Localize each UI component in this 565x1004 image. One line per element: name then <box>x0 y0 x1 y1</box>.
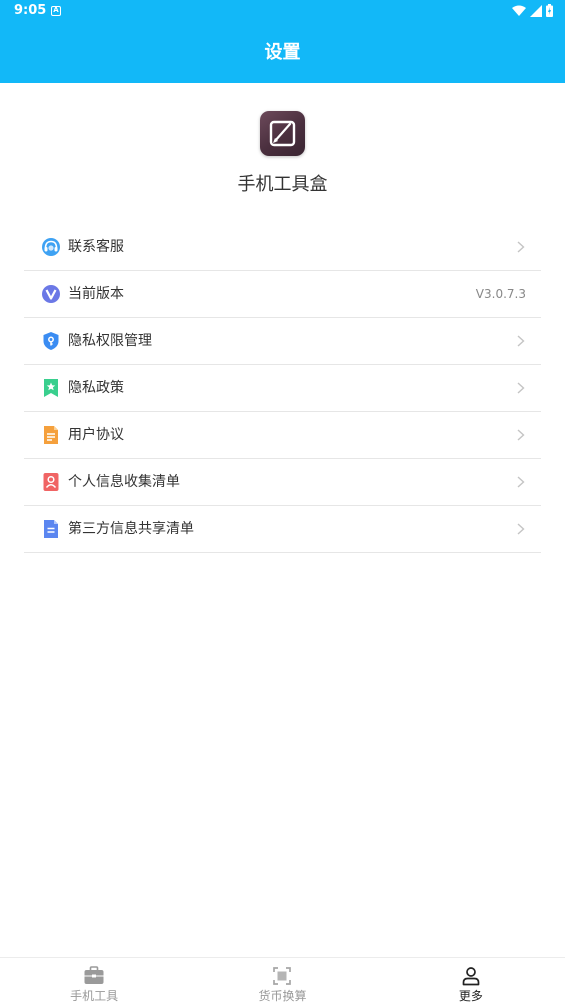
tab-more[interactable]: 更多 <box>377 958 565 1004</box>
person-icon <box>462 967 480 986</box>
page-title: 设置 <box>264 42 301 63</box>
user-card-icon <box>43 473 59 491</box>
status-time: 9:05 <box>14 3 47 18</box>
version-number: V3.0.7.3 <box>475 287 526 301</box>
app-name: 手机工具盒 <box>237 174 328 195</box>
app-bar: 设置 <box>0 24 565 83</box>
bookmark-star-icon <box>44 379 58 397</box>
menu-item-label: 隐私政策 <box>68 380 124 396</box>
tab-label: 手机工具 <box>70 989 119 1003</box>
shield-key-icon <box>43 332 59 350</box>
status-icons <box>512 4 553 17</box>
file-list-icon <box>44 520 58 538</box>
menu-item-current-version: 当前版本 V3.0.7.3 <box>24 271 541 318</box>
chevron-right-icon <box>517 523 525 535</box>
battery-icon <box>546 4 553 17</box>
tab-currency-conversion[interactable]: 货币换算 <box>188 958 376 1004</box>
chevron-right-icon <box>517 476 525 488</box>
menu-item-label: 个人信息收集清单 <box>68 474 180 490</box>
chevron-right-icon <box>517 241 525 253</box>
menu-item-label: 第三方信息共享清单 <box>68 521 194 537</box>
toolbox-icon <box>84 966 104 984</box>
menu-item-personal-info-list[interactable]: 个人信息收集清单 <box>24 459 541 506</box>
wifi-icon <box>512 5 526 16</box>
menu-item-label: 隐私权限管理 <box>68 333 152 349</box>
app-logo-icon <box>260 111 305 156</box>
menu-item-privacy-permissions[interactable]: 隐私权限管理 <box>24 318 541 365</box>
document-icon <box>44 426 58 444</box>
settings-menu: 联系客服 当前版本 V3.0.7.3 隐私权限管理 隐私政策 用户协议 个人信息… <box>24 224 541 553</box>
signal-icon <box>530 4 542 17</box>
menu-item-label: 联系客服 <box>68 239 124 255</box>
tab-label: 更多 <box>458 989 483 1003</box>
version-v-icon <box>42 285 60 303</box>
menu-item-label: 用户协议 <box>68 427 124 443</box>
menu-item-contact-support[interactable]: 联系客服 <box>24 224 541 271</box>
menu-item-third-party-sharing-list[interactable]: 第三方信息共享清单 <box>24 506 541 553</box>
chevron-right-icon <box>517 382 525 394</box>
headset-icon <box>42 238 60 256</box>
chevron-right-icon <box>517 335 525 347</box>
menu-item-label: 当前版本 <box>68 286 124 302</box>
menu-item-user-agreement[interactable]: 用户协议 <box>24 412 541 459</box>
bottom-tab-bar: 手机工具 货币换算 更多 <box>0 957 565 1004</box>
chevron-right-icon <box>517 429 525 441</box>
tab-phone-tools[interactable]: 手机工具 <box>0 958 188 1004</box>
menu-item-privacy-policy[interactable]: 隐私政策 <box>24 365 541 412</box>
status-bar: 9:05 A <box>0 0 565 24</box>
notification-a-icon: A <box>51 6 61 16</box>
scan-frame-icon <box>273 967 292 985</box>
tab-label: 货币换算 <box>258 989 307 1003</box>
